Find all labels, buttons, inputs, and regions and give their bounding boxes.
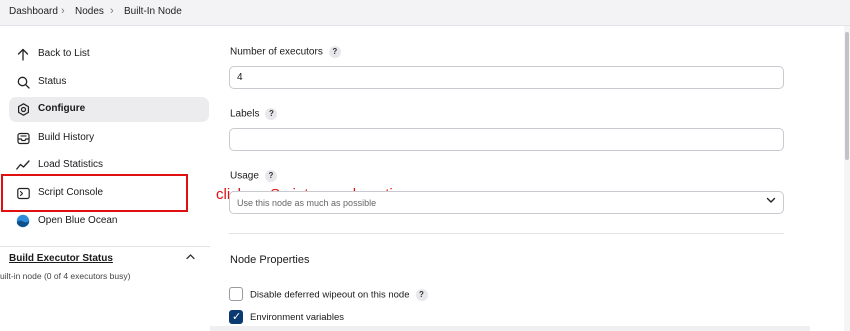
breadcrumb-dashboard[interactable]: Dashboard bbox=[9, 6, 58, 17]
executors-label-text: Number of executors bbox=[230, 46, 323, 58]
environment-variables-label: Environment variables bbox=[250, 312, 344, 323]
blue-ocean-icon bbox=[16, 214, 30, 228]
chevron-down-icon bbox=[766, 196, 776, 207]
breadcrumb-separator-icon: › bbox=[61, 5, 65, 17]
help-icon[interactable]: ? bbox=[265, 108, 278, 120]
sidebar-item-back-to-list[interactable]: Back to List bbox=[9, 42, 209, 67]
breadcrumb: Dashboard › Nodes › Built-In Node bbox=[0, 0, 850, 26]
executors-input[interactable]: 4 bbox=[229, 66, 784, 89]
disable-deferred-wipeout-label: Disable deferred wipeout on this node? bbox=[250, 289, 428, 301]
executors-value: 4 bbox=[237, 72, 243, 83]
footer-strip bbox=[210, 326, 810, 331]
help-icon[interactable]: ? bbox=[328, 46, 341, 58]
usage-label: Usage? bbox=[230, 170, 277, 182]
arrow-up-icon bbox=[16, 47, 30, 61]
labels-label: Labels? bbox=[230, 108, 278, 120]
sidebar-item-configure[interactable]: Configure bbox=[9, 97, 209, 122]
search-icon bbox=[16, 75, 30, 89]
inbox-icon bbox=[16, 131, 30, 145]
usage-selected-value: Use this node as much as possible bbox=[237, 198, 377, 208]
help-icon[interactable]: ? bbox=[415, 289, 428, 301]
disable-deferred-wipeout-text: Disable deferred wipeout on this node bbox=[250, 289, 410, 301]
breadcrumb-built-in-node[interactable]: Built-In Node bbox=[124, 6, 182, 17]
sidebar-item-label: Back to List bbox=[38, 48, 90, 59]
chevron-up-icon[interactable] bbox=[186, 252, 195, 263]
sidebar-item-label: Open Blue Ocean bbox=[38, 215, 118, 226]
node-properties-heading: Node Properties bbox=[230, 254, 310, 266]
sidebar-item-build-history[interactable]: Build History bbox=[9, 126, 209, 151]
sidebar-item-label: Build History bbox=[38, 132, 95, 143]
annotation-highlight-box bbox=[1, 174, 188, 212]
sidebar-item-label: Configure bbox=[38, 103, 86, 114]
sidebar-item-label: Status bbox=[38, 76, 67, 87]
build-executor-status-link[interactable]: Build Executor Status bbox=[9, 253, 113, 264]
environment-variables-checkbox[interactable]: ✓ bbox=[229, 310, 243, 324]
executor-summary: uilt-in node (0 of 4 executors busy) bbox=[0, 271, 131, 281]
divider bbox=[0, 246, 210, 247]
usage-select[interactable]: Use this node as much as possible bbox=[229, 191, 784, 214]
disable-deferred-wipeout-checkbox[interactable] bbox=[229, 287, 243, 301]
breadcrumb-nodes[interactable]: Nodes bbox=[75, 6, 104, 17]
gear-icon bbox=[16, 102, 30, 116]
divider bbox=[229, 233, 784, 234]
sidebar-item-status[interactable]: Status bbox=[9, 70, 209, 95]
sidebar-item-label: Load Statistics bbox=[38, 159, 104, 170]
sidebar-item-open-blue-ocean[interactable]: Open Blue Ocean bbox=[9, 209, 209, 234]
trend-icon bbox=[16, 158, 30, 172]
labels-input[interactable] bbox=[229, 128, 784, 151]
help-icon[interactable]: ? bbox=[264, 170, 277, 182]
scrollbar-thumb[interactable] bbox=[845, 32, 849, 160]
labels-label-text: Labels bbox=[230, 108, 260, 120]
breadcrumb-separator-icon: › bbox=[110, 5, 114, 17]
usage-label-text: Usage bbox=[230, 170, 259, 182]
checkmark-icon: ✓ bbox=[232, 311, 242, 323]
executors-label: Number of executors? bbox=[230, 46, 341, 58]
